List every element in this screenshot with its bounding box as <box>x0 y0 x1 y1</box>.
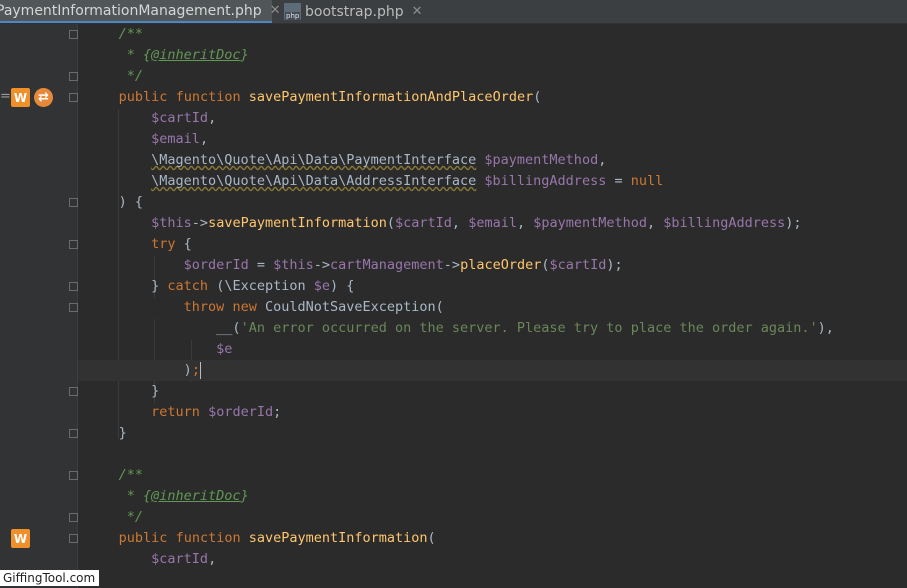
tab-label: PaymentInformationManagement.php <box>0 2 262 19</box>
close-icon[interactable]: ✕ <box>412 4 423 19</box>
code-line: $cartId, <box>151 110 217 126</box>
code-line: \Magento\Quote\Api\Data\AddressInterface… <box>151 173 664 189</box>
code-line: __('An error occurred on the server. Ple… <box>216 320 834 336</box>
tab-payment-information-management[interactable]: PaymentInformationManagement.php ✕ <box>0 0 281 23</box>
php-file-icon: php <box>284 3 301 20</box>
code-line-current: ); <box>78 360 907 381</box>
code-editor[interactable]: /** * {@inheritDoc} */ public function s… <box>78 24 907 588</box>
code-line: $orderId = $this->cartManagement->placeO… <box>183 257 623 273</box>
fold-marker[interactable] <box>69 429 78 438</box>
fold-marker[interactable] <box>69 93 78 102</box>
override-sync-icon[interactable]: ⇄ <box>34 88 53 107</box>
fold-marker[interactable] <box>69 282 78 291</box>
tab-bootstrap[interactable]: php bootstrap.php ✕ <box>278 0 426 23</box>
web-api-icon[interactable]: W <box>11 529 30 548</box>
code-line: */ <box>118 509 144 525</box>
code-line: * {@inheritDoc} <box>118 47 249 63</box>
fold-marker[interactable] <box>69 198 78 207</box>
text-caret <box>199 361 201 379</box>
code-line: return $orderId; <box>151 404 282 420</box>
code-line: $email, <box>151 131 209 147</box>
code-line: $cartId, <box>151 551 217 567</box>
code-line: $e <box>216 341 233 357</box>
code-line: $this->savePaymentInformation($cartId, $… <box>151 215 802 231</box>
gutter-mark: = <box>0 89 11 104</box>
fold-marker[interactable] <box>69 513 78 522</box>
code-line: public function savePaymentInformationAn… <box>118 89 542 105</box>
code-line: /** <box>118 26 144 42</box>
code-line: /** <box>118 467 144 483</box>
code-line: throw new CouldNotSaveException( <box>183 299 444 315</box>
fold-marker[interactable] <box>69 471 78 480</box>
code-line: */ <box>118 68 144 84</box>
code-line: ) { <box>118 194 144 210</box>
web-api-icon[interactable]: W <box>11 88 30 107</box>
code-line: \Magento\Quote\Api\Data\PaymentInterface… <box>151 152 607 168</box>
editor-gutter <box>0 24 78 588</box>
code-line: try { <box>151 236 192 252</box>
editor-tab-bar: PaymentInformationManagement.php ✕ php b… <box>0 0 907 24</box>
code-line: } catch (\Exception $e) { <box>151 278 355 294</box>
code-line: * {@inheritDoc} <box>118 488 249 504</box>
fold-marker[interactable] <box>69 387 78 396</box>
code-line: } <box>151 383 160 399</box>
code-line: } <box>118 425 127 441</box>
fold-marker[interactable] <box>69 240 78 249</box>
fold-marker[interactable] <box>69 303 78 312</box>
fold-marker[interactable] <box>69 72 78 81</box>
watermark: GiffingTool.com <box>0 570 100 586</box>
tab-label: bootstrap.php <box>305 3 404 20</box>
fold-marker[interactable] <box>69 534 78 543</box>
fold-marker[interactable] <box>69 30 78 39</box>
code-line: public function savePaymentInformation( <box>118 530 436 546</box>
